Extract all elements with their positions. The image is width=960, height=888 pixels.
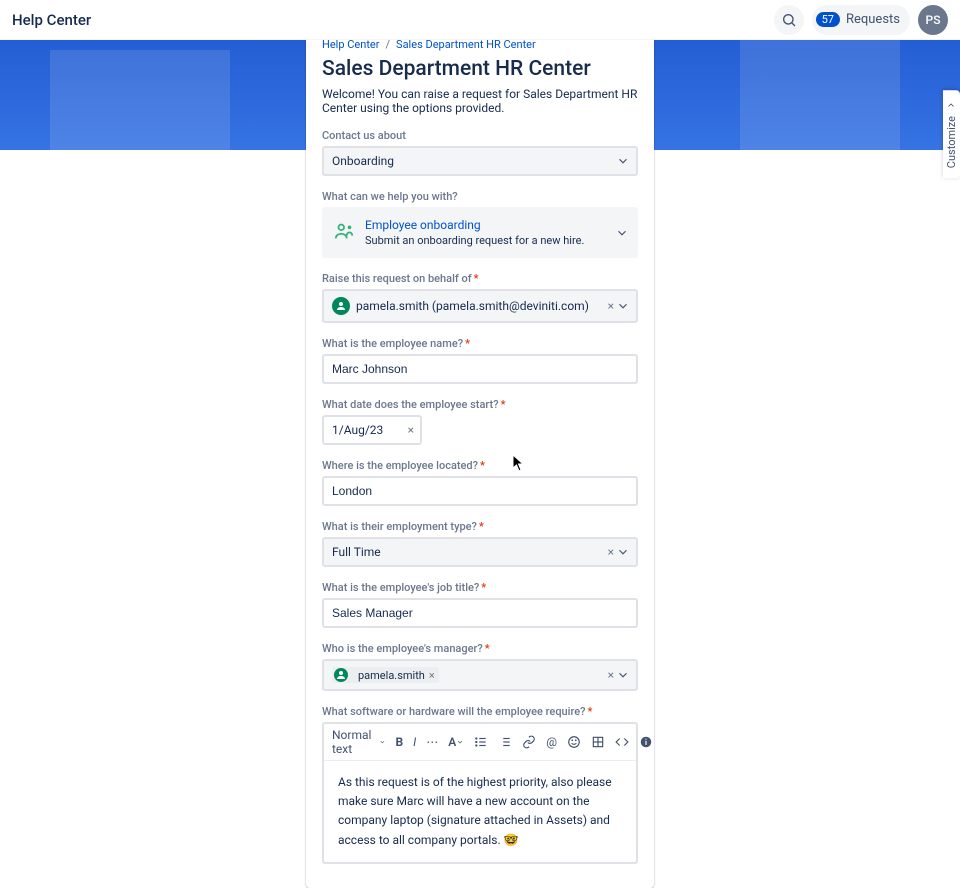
located-label: Where is the employee located? * (322, 459, 638, 472)
topbar: Help Center 57 Requests PS (0, 0, 960, 40)
more-formatting-button[interactable]: ⋯ (426, 734, 438, 750)
chevron-down-icon (947, 100, 957, 110)
request-type-title: Employee onboarding (365, 218, 584, 232)
user-avatar[interactable]: PS (918, 5, 948, 35)
job-title-label: What is the employee's job title? * (322, 581, 638, 594)
numbered-list-button[interactable] (498, 734, 512, 750)
table-button[interactable] (591, 734, 605, 750)
code-button[interactable] (615, 734, 629, 750)
chevron-down-icon (616, 299, 630, 313)
mention-button[interactable]: @ (546, 734, 557, 750)
emp-type-value: Full Time (332, 545, 381, 559)
behalf-picker[interactable]: pamela.smith (pamela.smith@deviniti.com)… (322, 289, 638, 323)
required-mark: * (479, 520, 484, 533)
request-type-select[interactable]: Employee onboarding Submit an onboarding… (322, 207, 638, 258)
contact-label: Contact us about (322, 129, 638, 142)
located-input[interactable] (332, 484, 628, 498)
manager-label: Who is the employee's manager? * (322, 642, 638, 655)
editor-body[interactable]: As this request is of the highest priori… (324, 761, 636, 862)
chevron-down-icon (616, 668, 630, 682)
clear-icon[interactable]: × (608, 299, 614, 313)
requests-count-badge: 57 (816, 12, 840, 27)
clear-icon[interactable]: × (608, 668, 614, 682)
user-avatar-icon (332, 297, 350, 315)
search-button[interactable] (774, 5, 804, 35)
contact-select[interactable]: Onboarding (322, 146, 638, 176)
name-label: What is the employee name? * (322, 337, 638, 350)
name-input-wrapper (322, 354, 638, 384)
request-type-desc: Submit an onboarding request for a new h… (365, 234, 584, 247)
required-mark: * (501, 398, 506, 411)
date-label: What date does the employee start? * (322, 398, 638, 411)
job-title-input-wrapper (322, 598, 638, 628)
name-input[interactable] (332, 362, 628, 376)
chevron-down-icon (616, 545, 630, 559)
search-icon (781, 12, 797, 28)
date-input[interactable]: 1/Aug/23 × (322, 415, 422, 445)
manager-chip: pamela.smith × (332, 667, 439, 683)
manager-chip-label: pamela.smith (358, 669, 425, 682)
info-panel-button[interactable] (639, 734, 653, 750)
software-label: What software or hardware will the emplo… (322, 705, 638, 718)
requests-button[interactable]: 57 Requests (812, 5, 910, 35)
emp-type-select[interactable]: Full Time × (322, 537, 638, 567)
page-title: Sales Department HR Center (322, 57, 638, 81)
required-mark: * (481, 581, 486, 594)
date-value: 1/Aug/23 (332, 423, 383, 437)
chevron-down-icon (616, 154, 630, 168)
user-avatar-icon (334, 668, 348, 682)
text-style-dropdown[interactable]: Normal text (332, 728, 385, 756)
required-mark: * (485, 642, 490, 655)
bold-button[interactable]: B (395, 734, 403, 750)
avatar-initials: PS (926, 13, 941, 27)
software-editor: Normal text B I ⋯ A @ (322, 722, 638, 864)
required-mark: * (588, 705, 593, 718)
job-title-input[interactable] (332, 606, 628, 620)
contact-value: Onboarding (332, 154, 394, 168)
request-form-card: Help Center / Sales Department HR Center… (306, 22, 654, 888)
request-type-text: Employee onboarding Submit an onboarding… (365, 218, 584, 247)
required-mark: * (480, 459, 485, 472)
required-mark: * (474, 272, 479, 285)
onboarding-icon (333, 220, 355, 242)
customize-label: Customize (945, 116, 958, 168)
manager-picker[interactable]: pamela.smith × × (322, 659, 638, 691)
bullet-list-button[interactable] (474, 734, 488, 750)
behalf-value: pamela.smith (pamela.smith@deviniti.com) (356, 299, 589, 313)
behalf-label: Raise this request on behalf of * (322, 272, 638, 285)
clear-icon[interactable]: × (608, 545, 614, 559)
customize-tab[interactable]: Customize (943, 90, 960, 178)
help-label: What can we help you with? (322, 190, 638, 203)
editor-toolbar: Normal text B I ⋯ A @ (324, 724, 636, 761)
italic-button[interactable]: I (413, 734, 416, 750)
emp-type-label: What is their employment type? * (322, 520, 638, 533)
topbar-title[interactable]: Help Center (12, 11, 91, 29)
text-color-button[interactable]: A (448, 734, 464, 750)
clear-date-icon[interactable]: × (408, 423, 414, 437)
requests-label: Requests (846, 12, 900, 27)
located-input-wrapper (322, 476, 638, 506)
remove-chip-icon[interactable]: × (429, 669, 435, 682)
emoji-button[interactable] (567, 734, 581, 750)
page-description: Welcome! You can raise a request for Sal… (322, 87, 638, 115)
chevron-down-icon (615, 226, 629, 240)
link-button[interactable] (522, 734, 536, 750)
required-mark: * (465, 337, 470, 350)
